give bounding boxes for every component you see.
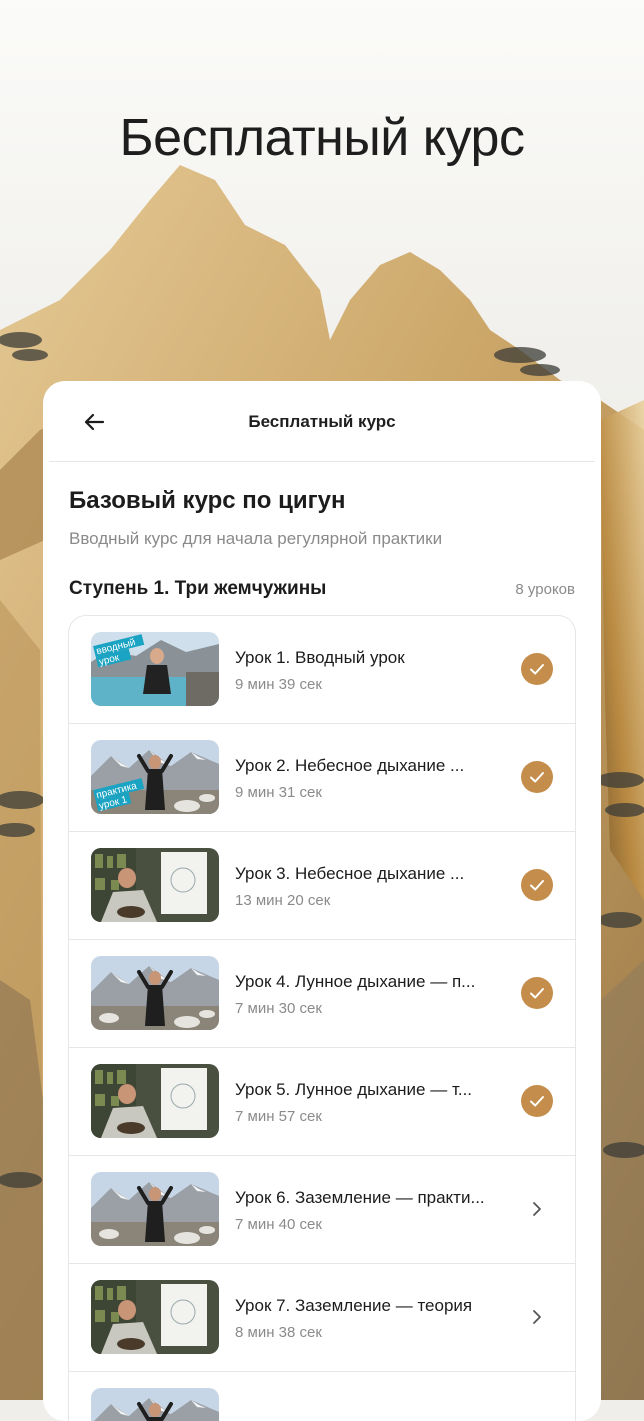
stage-lesson-count: 8 уроков — [515, 581, 575, 598]
lesson-title: Урок 5. Лунное дыхание — т... — [235, 1080, 473, 1099]
lesson-thumbnail — [91, 1172, 219, 1246]
completed-check-icon — [521, 761, 553, 793]
lesson-thumbnail — [91, 1064, 219, 1138]
lesson-row[interactable]: Урок 7. Заземление — теория 8 мин 38 сек — [69, 1264, 575, 1372]
lesson-duration: 9 мин 31 сек — [235, 784, 322, 801]
lesson-row[interactable] — [69, 1372, 575, 1421]
stage-title: Ступень 1. Три жемчужины — [69, 578, 327, 599]
completed-check-icon — [521, 653, 553, 685]
lesson-row[interactable]: Урок 4. Лунное дыхание — п... 7 мин 30 се… — [69, 940, 575, 1048]
course-subtitle: Вводный курс для начала регулярной практ… — [69, 529, 443, 548]
completed-check-icon — [521, 1085, 553, 1117]
lesson-row[interactable]: вводный урок Урок 1. Вводный урок 9 мин 39 … — [69, 616, 575, 724]
lesson-duration: 13 мин 20 сек — [235, 892, 331, 909]
lesson-thumbnail: практика урок 1 — [91, 740, 219, 814]
lesson-title: Урок 7. Заземление — теория — [235, 1296, 473, 1315]
completed-check-icon — [521, 869, 553, 901]
lesson-thumbnail: вводный урок — [91, 632, 219, 706]
chevron-right-icon — [521, 1301, 553, 1333]
lesson-title: Урок 4. Лунное дыхание — п... — [235, 972, 476, 991]
lesson-list: вводный урок Урок 1. Вводный урок 9 мин 39 … — [68, 615, 576, 1421]
completed-check-icon — [521, 977, 553, 1009]
lesson-title: Урок 3. Небесное дыхание ... — [235, 864, 465, 883]
lesson-row[interactable]: практика урок 1 Урок 2. Небесное дыхание .… — [69, 724, 575, 832]
lesson-row[interactable]: Урок 5. Лунное дыхание — т... 7 мин 57 се… — [69, 1048, 575, 1156]
lesson-thumbnail — [91, 1280, 219, 1354]
lesson-title: Урок 2. Небесное дыхание ... — [235, 756, 465, 775]
lesson-thumbnail — [91, 956, 219, 1030]
hero-title: Бесплатный курс — [119, 109, 525, 167]
lesson-title: Урок 6. Заземление — практи... — [235, 1188, 485, 1207]
course-title: Базовый курс по цигун — [69, 487, 346, 514]
lesson-row[interactable]: Урок 6. Заземление — практи... 7 мин 40 с… — [69, 1156, 575, 1264]
course-card: Бесплатный курс Базовый курс по цигун Вв… — [43, 381, 601, 1421]
nav-bar: Бесплатный курс — [49, 381, 595, 462]
lesson-thumbnail — [91, 1388, 219, 1421]
lesson-duration: 7 мин 40 сек — [235, 1216, 322, 1233]
lesson-thumbnail — [91, 848, 219, 922]
lesson-title: Урок 1. Вводный урок — [235, 648, 405, 667]
lesson-duration: 7 мин 57 сек — [235, 1108, 322, 1125]
nav-title: Бесплатный курс — [248, 412, 396, 431]
lesson-duration: 8 мин 38 сек — [235, 1324, 322, 1341]
lesson-row[interactable]: Урок 3. Небесное дыхание ... 13 мин 20 се… — [69, 832, 575, 940]
lesson-duration: 7 мин 30 сек — [235, 1000, 322, 1017]
chevron-right-icon — [521, 1193, 553, 1225]
lesson-duration: 9 мин 39 сек — [235, 676, 322, 693]
